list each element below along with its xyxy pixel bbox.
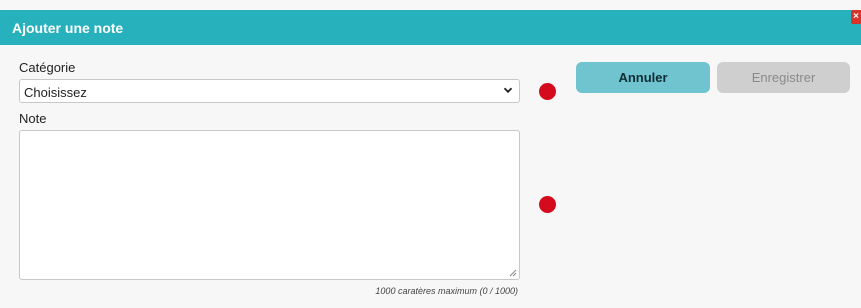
character-counter: 1000 caratères maximum (0 / 1000) [375, 286, 518, 296]
close-icon[interactable]: × [851, 10, 861, 24]
cancel-button[interactable]: Annuler [576, 62, 710, 93]
note-label: Note [19, 111, 47, 126]
chevron-down-icon [503, 87, 513, 94]
category-select-value: Choisissez [24, 85, 87, 100]
save-button[interactable]: Enregistrer [717, 62, 850, 93]
note-textarea[interactable] [19, 130, 520, 280]
status-marker [539, 83, 556, 100]
dialog-titlebar: Ajouter une note [0, 10, 861, 45]
status-marker [539, 196, 556, 213]
category-label: Catégorie [19, 60, 76, 75]
resize-handle-icon[interactable] [509, 269, 517, 277]
dialog-title: Ajouter une note [12, 20, 124, 36]
add-note-dialog: Ajouter une note × Catégorie Choisissez … [0, 0, 861, 308]
category-select[interactable]: Choisissez [19, 79, 520, 103]
